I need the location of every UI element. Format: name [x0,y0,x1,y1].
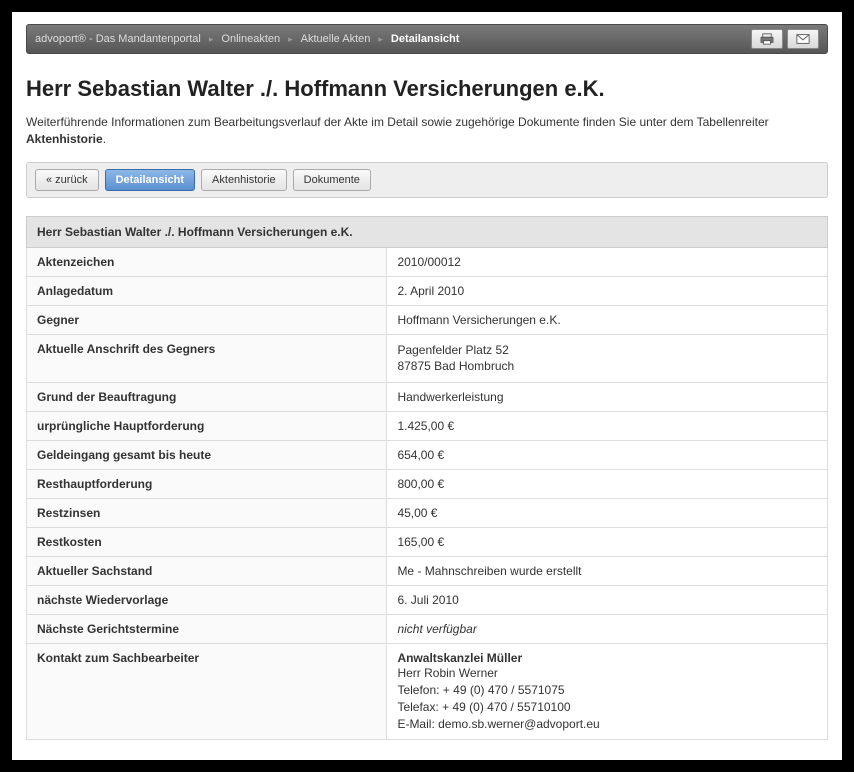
breadcrumbs: advoport® - Das Mandantenportal ▸ Online… [35,33,459,45]
value-resthaupt: 800,00 € [387,470,828,499]
label-restzinsen: Restzinsen [27,499,387,528]
crumb-onlineakten[interactable]: Onlineakten [221,33,280,45]
table-row: Kontakt zum Sachbearbeiter Anwaltskanzle… [27,644,828,740]
label-aktenzeichen: Aktenzeichen [27,247,387,276]
label-anschrift: Aktuelle Anschrift des Gegners [27,334,387,383]
page-title: Herr Sebastian Walter ./. Hoffmann Versi… [26,76,828,102]
label-gericht: Nächste Gerichtstermine [27,615,387,644]
table-row: Restkosten 165,00 € [27,528,828,557]
contact-details: Herr Robin Werner Telefon: + 49 (0) 470 … [397,665,817,732]
label-geldeingang: Geldeingang gesamt bis heute [27,441,387,470]
topbar-actions [751,29,819,49]
table-row: Anlagedatum 2. April 2010 [27,276,828,305]
label-grund: Grund der Beauftragung [27,383,387,412]
crumb-aktuelle[interactable]: Aktuelle Akten [301,33,371,45]
value-gegner: Hoffmann Versicherungen e.K. [387,305,828,334]
table-row: Restzinsen 45,00 € [27,499,828,528]
email-icon [796,33,810,45]
chevron-right-icon: ▸ [284,34,297,45]
tab-detailansicht[interactable]: Detailansicht [105,169,195,191]
contact-firm: Anwaltskanzlei Müller [397,651,817,665]
table-row: Geldeingang gesamt bis heute 654,00 € [27,441,828,470]
intro-text: Weiterführende Informationen zum Bearbei… [26,114,828,148]
label-gegner: Gegner [27,305,387,334]
intro-bold: Aktenhistorie [26,132,103,146]
value-aktenzeichen: 2010/00012 [387,247,828,276]
label-urhaupt: urprüngliche Hauptforderung [27,412,387,441]
intro-prefix: Weiterführende Informationen zum Bearbei… [26,115,769,129]
value-kontakt: Anwaltskanzlei Müller Herr Robin Werner … [387,644,828,740]
value-anschrift: Pagenfelder Platz 52 87875 Bad Hombruch [387,334,828,383]
table-row: Gegner Hoffmann Versicherungen e.K. [27,305,828,334]
value-wiedervorlage: 6. Juli 2010 [387,586,828,615]
table-row: Nächste Gerichtstermine nicht verfügbar [27,615,828,644]
tab-aktenhistorie[interactable]: Aktenhistorie [201,169,287,191]
value-gericht: nicht verfügbar [387,615,828,644]
back-button[interactable]: « zurück [35,169,99,191]
value-anlagedatum: 2. April 2010 [387,276,828,305]
top-bar: advoport® - Das Mandantenportal ▸ Online… [26,24,828,54]
label-sachstand: Aktueller Sachstand [27,557,387,586]
value-geldeingang: 654,00 € [387,441,828,470]
label-anlagedatum: Anlagedatum [27,276,387,305]
crumb-detail: Detailansicht [391,33,459,45]
label-wiedervorlage: nächste Wiedervorlage [27,586,387,615]
label-restkosten: Restkosten [27,528,387,557]
table-row: Grund der Beauftragung Handwerkerleistun… [27,383,828,412]
value-restzinsen: 45,00 € [387,499,828,528]
table-row: Aktuelle Anschrift des Gegners Pagenfeld… [27,334,828,383]
table-row: Aktueller Sachstand Me - Mahnschreiben w… [27,557,828,586]
email-button[interactable] [787,29,819,49]
table-row: urprüngliche Hauptforderung 1.425,00 € [27,412,828,441]
chevron-right-icon: ▸ [374,34,387,45]
crumb-home[interactable]: advoport® - Das Mandantenportal [35,33,201,45]
table-row: Aktenzeichen 2010/00012 [27,247,828,276]
table-row: Resthauptforderung 800,00 € [27,470,828,499]
value-grund: Handwerkerleistung [387,383,828,412]
value-sachstand: Me - Mahnschreiben wurde erstellt [387,557,828,586]
tab-bar: « zurück Detailansicht Aktenhistorie Dok… [26,162,828,198]
label-kontakt: Kontakt zum Sachbearbeiter [27,644,387,740]
table-row: nächste Wiedervorlage 6. Juli 2010 [27,586,828,615]
print-button[interactable] [751,29,783,49]
table-header: Herr Sebastian Walter ./. Hoffmann Versi… [27,216,828,247]
chevron-right-icon: ▸ [205,34,218,45]
detail-table: Herr Sebastian Walter ./. Hoffmann Versi… [26,216,828,741]
value-urhaupt: 1.425,00 € [387,412,828,441]
tab-dokumente[interactable]: Dokumente [293,169,371,191]
value-restkosten: 165,00 € [387,528,828,557]
label-resthaupt: Resthauptforderung [27,470,387,499]
print-icon [760,33,774,45]
intro-suffix: . [103,132,106,146]
